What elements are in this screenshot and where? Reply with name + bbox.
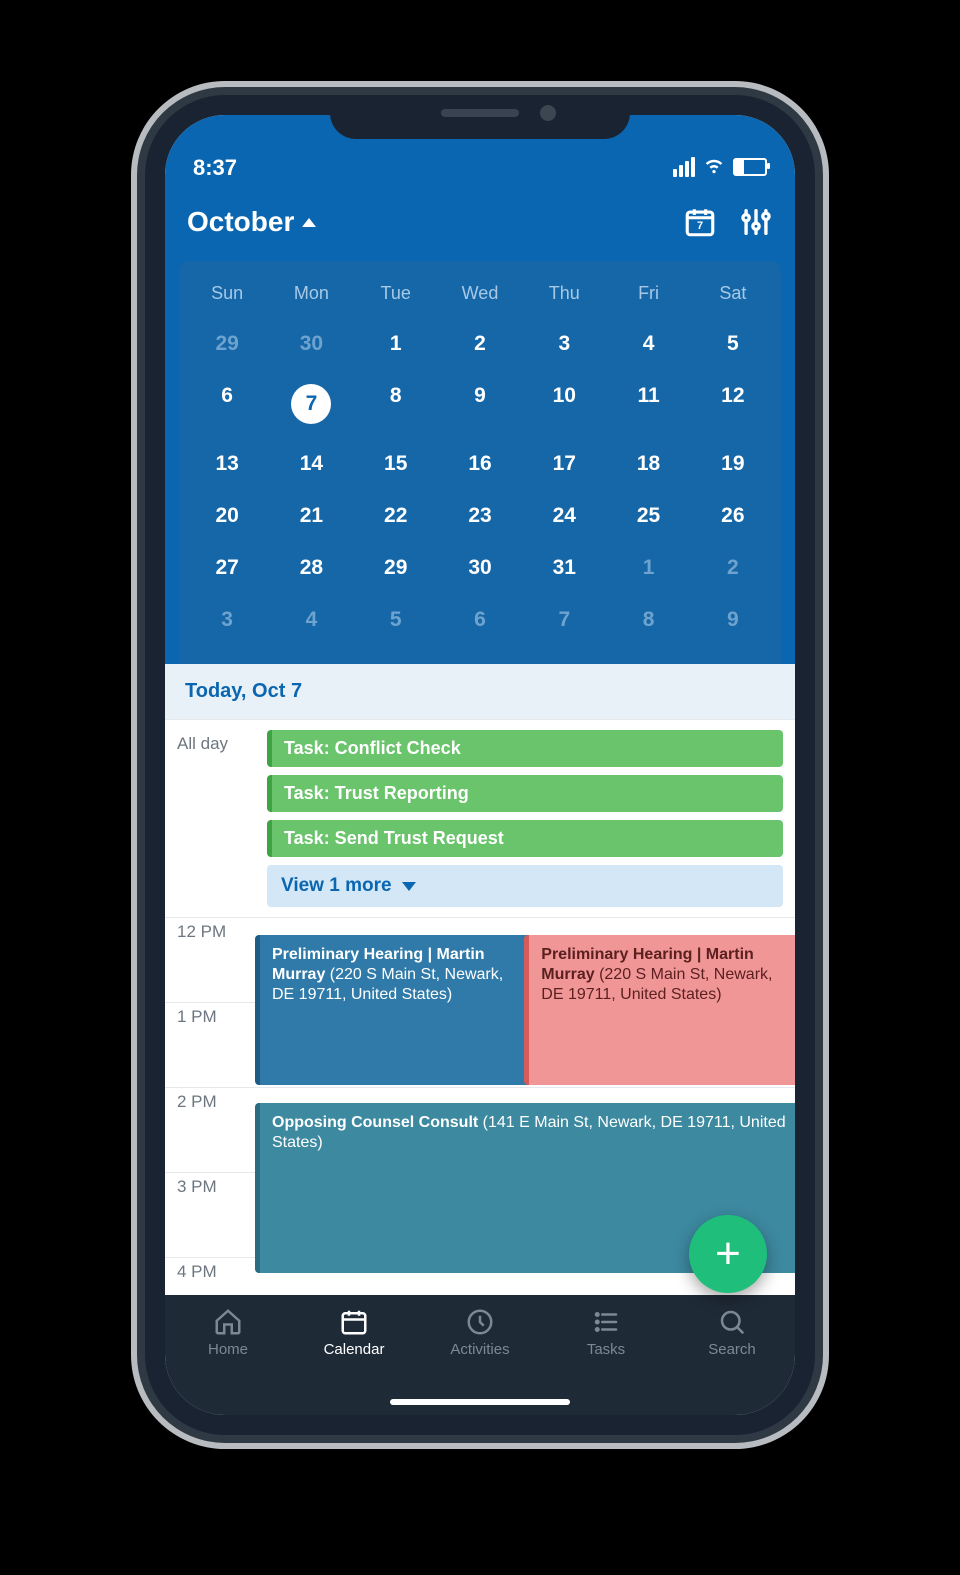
chevron-up-icon	[302, 218, 316, 227]
volume-down-button	[132, 540, 140, 650]
add-event-fab[interactable]: +	[689, 1215, 767, 1293]
month-label: October	[187, 206, 294, 238]
all-day-task[interactable]: Task: Trust Reporting	[267, 775, 783, 812]
bottom-nav: Home Calendar Activities Tasks Search	[165, 1295, 795, 1415]
calendar-day[interactable]: 19	[691, 438, 775, 490]
calendar-day[interactable]: 2	[691, 542, 775, 594]
all-day-label: All day	[165, 720, 267, 917]
hour-label: 2 PM	[165, 1088, 267, 1172]
calendar-day[interactable]: 8	[606, 594, 690, 646]
all-day-task[interactable]: Task: Send Trust Request	[267, 820, 783, 857]
plus-icon: +	[715, 1232, 741, 1276]
calendar-day[interactable]: 7	[269, 370, 353, 438]
calendar-day[interactable]: 17	[522, 438, 606, 490]
view-more-button[interactable]: View 1 more	[267, 865, 783, 907]
chevron-down-icon	[402, 882, 416, 891]
calendar-day[interactable]: 16	[438, 438, 522, 490]
calendar-day[interactable]: 13	[185, 438, 269, 490]
calendar-day[interactable]: 1	[606, 542, 690, 594]
calendar-day[interactable]: 9	[691, 594, 775, 646]
calendar-day[interactable]: 30	[269, 318, 353, 370]
cellular-icon	[673, 157, 695, 177]
calendar-day[interactable]: 26	[691, 490, 775, 542]
calendar-day[interactable]: 25	[606, 490, 690, 542]
phone-frame: 8:37 October 7	[145, 95, 815, 1435]
nav-activities[interactable]: Activities	[417, 1307, 543, 1358]
today-badge: 7	[697, 220, 703, 232]
calendar-day[interactable]: 2	[438, 318, 522, 370]
calendar-day[interactable]: 7	[522, 594, 606, 646]
filter-button[interactable]	[739, 205, 773, 239]
notch	[330, 95, 630, 139]
dow-label: Wed	[438, 275, 522, 318]
wifi-icon	[703, 153, 725, 181]
all-day-task[interactable]: Task: Conflict Check	[267, 730, 783, 767]
calendar-day[interactable]: 3	[522, 318, 606, 370]
nav-search[interactable]: Search	[669, 1307, 795, 1358]
calendar-day[interactable]: 22	[354, 490, 438, 542]
event-preliminary-hearing[interactable]: Preliminary Hearing | Martin Murray (220…	[255, 935, 537, 1085]
dow-label: Thu	[522, 275, 606, 318]
dow-label: Tue	[354, 275, 438, 318]
calendar-day[interactable]: 31	[522, 542, 606, 594]
status-time: 8:37	[193, 155, 237, 181]
calendar-day[interactable]: 8	[354, 370, 438, 438]
calendar-day[interactable]: 10	[522, 370, 606, 438]
dow-label: Mon	[269, 275, 353, 318]
battery-icon	[733, 158, 767, 176]
calendar-day[interactable]: 11	[606, 370, 690, 438]
calendar-day[interactable]: 28	[269, 542, 353, 594]
dow-label: Sat	[691, 275, 775, 318]
calendar-day[interactable]: 30	[438, 542, 522, 594]
nav-tasks[interactable]: Tasks	[543, 1307, 669, 1358]
calendar-header: October 7	[165, 187, 795, 261]
calendar-day[interactable]: 15	[354, 438, 438, 490]
hour-label: 12 PM	[165, 918, 267, 1002]
hour-label: 4 PM	[165, 1258, 267, 1295]
calendar-day[interactable]: 14	[269, 438, 353, 490]
agenda[interactable]: All day Task: Conflict Check Task: Trust…	[165, 719, 795, 1295]
home-indicator[interactable]	[390, 1399, 570, 1405]
calendar-day[interactable]: 9	[438, 370, 522, 438]
today-banner: Today, Oct 7	[165, 664, 795, 719]
calendar-day[interactable]: 5	[691, 318, 775, 370]
nav-calendar[interactable]: Calendar	[291, 1307, 417, 1358]
calendar-day[interactable]: 4	[269, 594, 353, 646]
calendar-day[interactable]: 29	[354, 542, 438, 594]
nav-home[interactable]: Home	[165, 1307, 291, 1358]
calendar-day[interactable]: 3	[185, 594, 269, 646]
calendar-day[interactable]: 12	[691, 370, 775, 438]
month-grid-wrap: SunMonTueWedThuFriSat 293012345678910111…	[165, 261, 795, 664]
calendar-day[interactable]: 5	[354, 594, 438, 646]
speaker-grille	[441, 109, 519, 117]
calendar-day[interactable]: 4	[606, 318, 690, 370]
front-camera	[540, 105, 556, 121]
calendar-day[interactable]: 1	[354, 318, 438, 370]
power-button	[820, 430, 828, 600]
calendar-day[interactable]: 21	[269, 490, 353, 542]
hour-label: 1 PM	[165, 1003, 267, 1087]
calendar-day[interactable]: 6	[438, 594, 522, 646]
calendar-day[interactable]: 18	[606, 438, 690, 490]
event-preliminary-hearing-conflict[interactable]: Preliminary Hearing | Martin Murray (220…	[524, 935, 795, 1085]
calendar-day[interactable]: 24	[522, 490, 606, 542]
calendar-day[interactable]: 23	[438, 490, 522, 542]
dow-label: Fri	[606, 275, 690, 318]
calendar-day[interactable]: 20	[185, 490, 269, 542]
calendar-day[interactable]: 27	[185, 542, 269, 594]
month-picker-button[interactable]: October	[187, 206, 316, 238]
volume-mute-switch	[132, 320, 140, 390]
month-grid: SunMonTueWedThuFriSat 293012345678910111…	[179, 261, 781, 664]
hour-label: 3 PM	[165, 1173, 267, 1257]
volume-up-button	[132, 410, 140, 520]
calendar-day[interactable]: 29	[185, 318, 269, 370]
calendar-day[interactable]: 6	[185, 370, 269, 438]
all-day-row: All day Task: Conflict Check Task: Trust…	[165, 719, 795, 917]
dow-label: Sun	[185, 275, 269, 318]
today-button[interactable]: 7	[683, 205, 717, 239]
